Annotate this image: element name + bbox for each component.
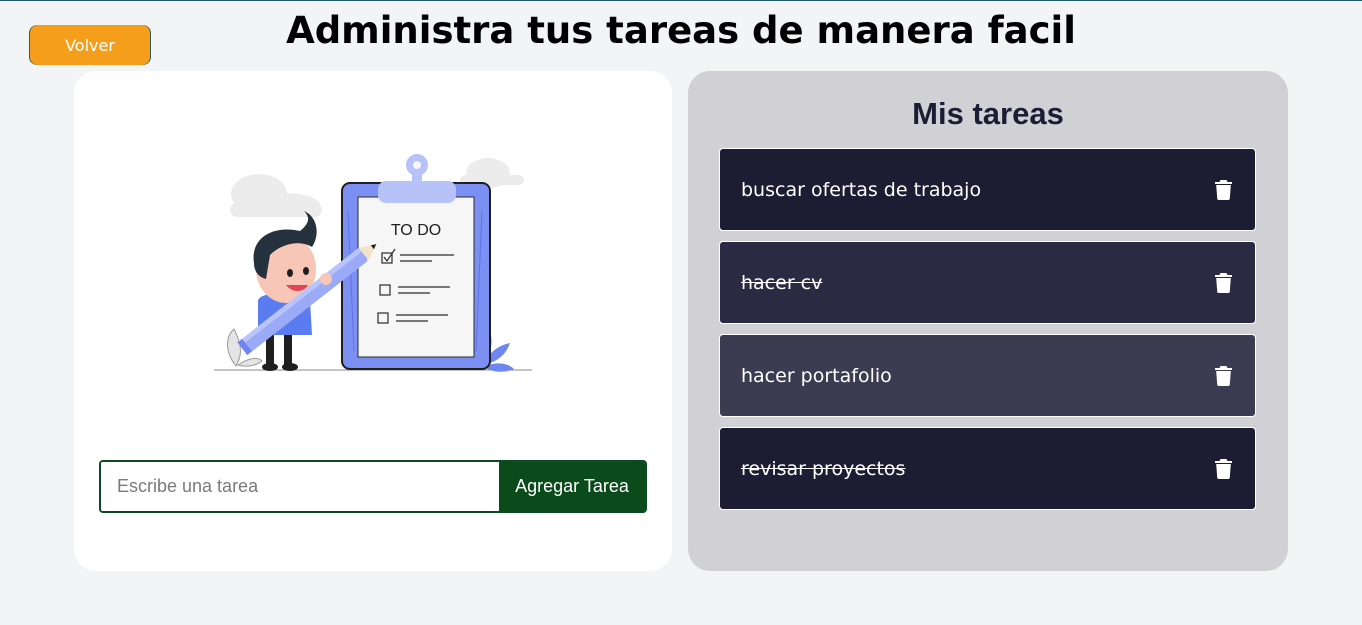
delete-task-button[interactable] [1213, 365, 1233, 387]
task-list: buscar ofertas de trabajo hacer cv hacer… [719, 148, 1256, 520]
task-item[interactable]: revisar proyectos [719, 427, 1256, 510]
clipboard-heading: TO DO [391, 222, 441, 239]
trash-icon [1214, 365, 1232, 386]
task-text: hacer cv [741, 271, 823, 294]
task-item[interactable]: buscar ofertas de trabajo [719, 148, 1256, 231]
task-text: hacer portafolio [741, 364, 892, 387]
delete-task-button[interactable] [1213, 272, 1233, 294]
add-task-button[interactable]: Agregar Tarea [499, 462, 645, 511]
trash-icon [1214, 179, 1232, 200]
task-entry-card: TO DO Escribe una tarea Agregar Tarea [74, 71, 672, 571]
tasks-panel-title: Mis tareas [912, 96, 1064, 131]
todo-illustration: TO DO [214, 154, 532, 372]
delete-task-button[interactable] [1213, 179, 1233, 201]
tasks-panel: Mis tareas buscar ofertas de trabajo hac… [688, 71, 1288, 571]
task-item[interactable]: hacer portafolio [719, 334, 1256, 417]
task-text: revisar proyectos [741, 457, 906, 480]
task-input[interactable] [101, 462, 499, 511]
task-item[interactable]: hacer cv [719, 241, 1256, 324]
trash-icon [1214, 272, 1232, 293]
delete-task-button[interactable] [1213, 458, 1233, 480]
add-task-form: Agregar Tarea [99, 460, 647, 513]
task-text: buscar ofertas de trabajo [741, 178, 982, 201]
trash-icon [1214, 458, 1232, 479]
page-title: Administra tus tareas de manera facil [286, 9, 1076, 52]
